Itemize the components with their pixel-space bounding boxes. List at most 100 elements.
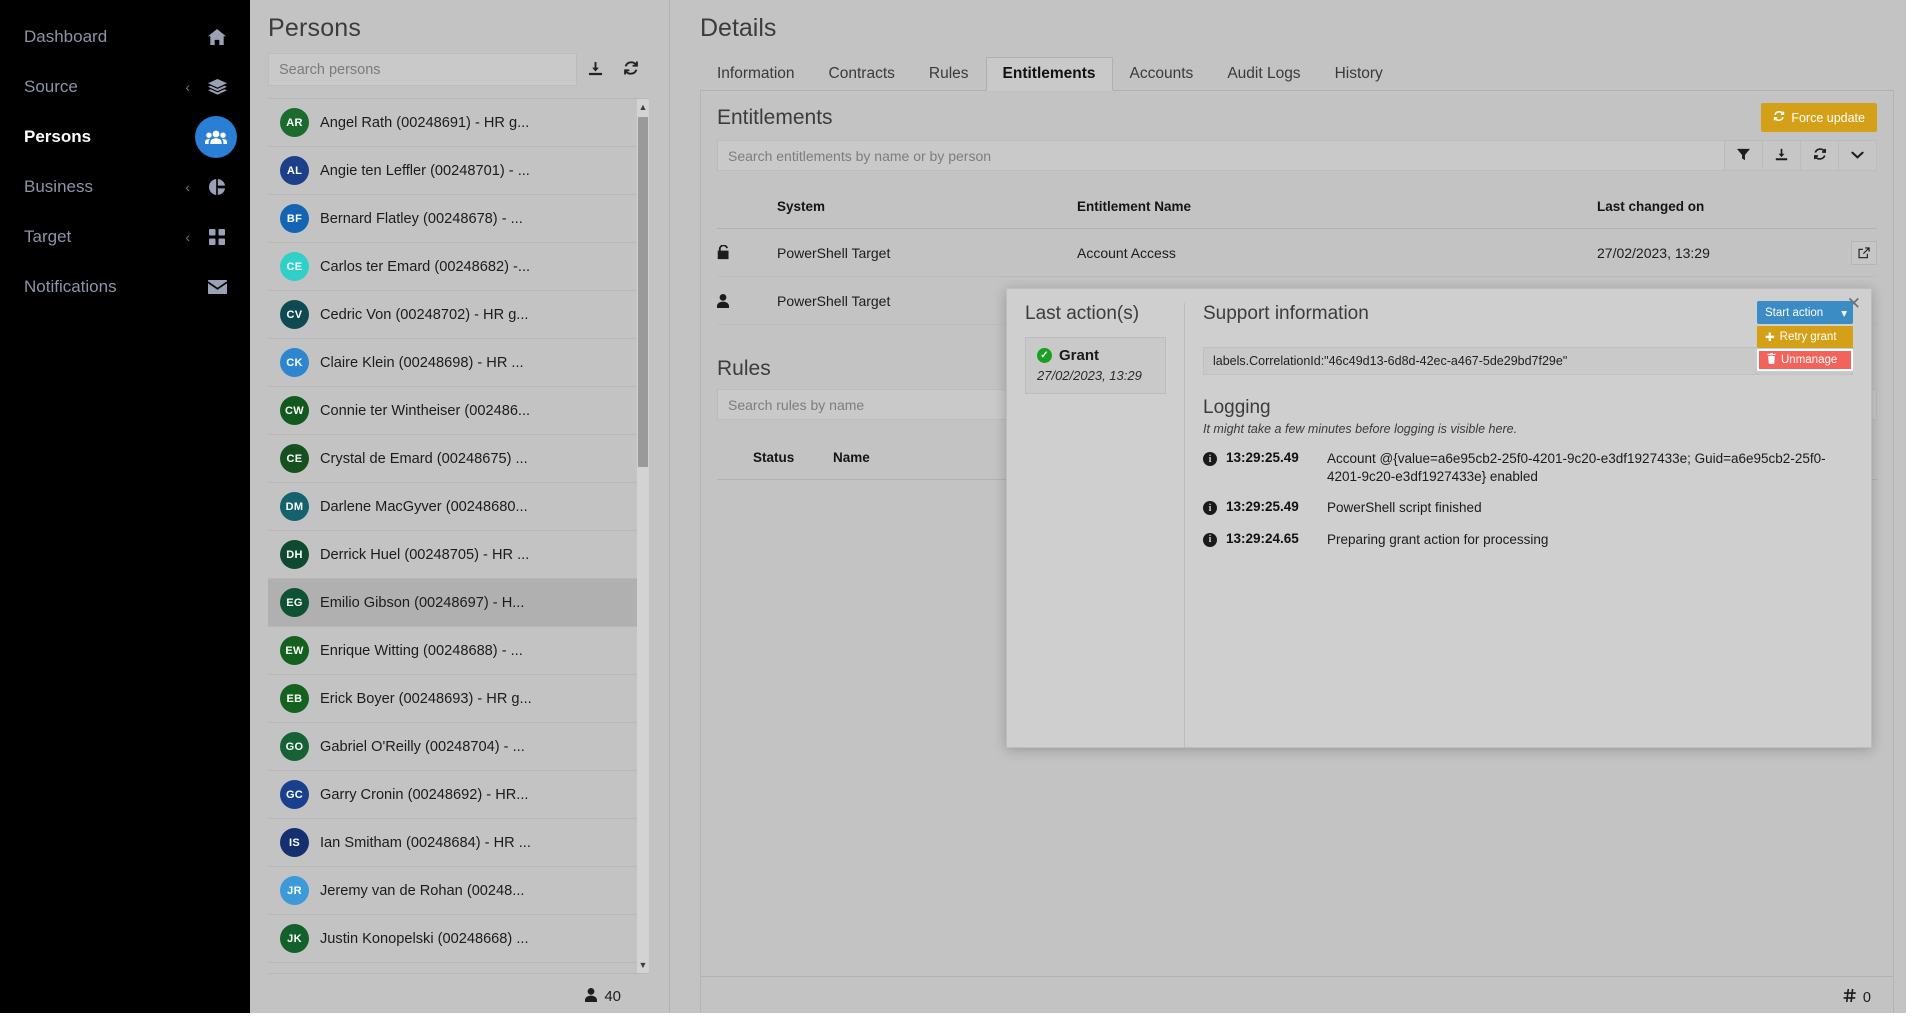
list-item[interactable]: CW Connie ter Wintheiser (002486... xyxy=(268,387,649,435)
column-header-entitlement-name[interactable]: Entitlement Name xyxy=(1077,199,1597,214)
sidebar-item-source[interactable]: Source ‹ xyxy=(0,62,250,112)
sidebar-item-label: Source xyxy=(24,77,78,96)
entitlements-more-button[interactable] xyxy=(1839,140,1877,171)
tab-contracts[interactable]: Contracts xyxy=(812,57,912,91)
popup-body: Last action(s) ✓ Grant 27/02/2023, 13:29… xyxy=(1007,289,1871,747)
action-menu: Start action ▾ ✚ Retry grant Unmanage xyxy=(1757,301,1853,371)
list-item[interactable]: CE Carlos ter Emard (00248682) -... xyxy=(268,243,649,291)
last-action-timestamp: 27/02/2023, 13:29 xyxy=(1037,368,1142,383)
list-item[interactable]: EB Erick Boyer (00248693) - HR g... xyxy=(268,675,649,723)
list-item[interactable]: GO Gabriel O'Reilly (00248704) - ... xyxy=(268,723,649,771)
unmanage-button[interactable]: Unmanage xyxy=(1757,349,1853,371)
list-item[interactable]: BF Bernard Flatley (00248678) - ... xyxy=(268,195,649,243)
entitlements-search-input[interactable] xyxy=(717,140,1725,171)
chevron-left-icon[interactable]: ‹ xyxy=(185,180,190,194)
chevron-down-icon: ▾ xyxy=(1841,307,1847,320)
persons-page-title: Persons xyxy=(268,14,362,42)
retry-grant-button[interactable]: ✚ Retry grant xyxy=(1757,326,1853,348)
entitlements-refresh-button[interactable] xyxy=(1801,140,1839,171)
sidebar-item-label: Dashboard xyxy=(24,27,108,46)
retry-grant-label: Retry grant xyxy=(1779,331,1837,343)
person-name: Derrick Huel (00248705) - HR ... xyxy=(320,546,530,563)
log-message: Account @{value=a6e95cb2-25f0-4201-9c20-… xyxy=(1327,451,1826,485)
list-item[interactable]: CK Claire Klein (00248698) - HR ... xyxy=(268,339,649,387)
sidebar-item-business[interactable]: Business ‹ xyxy=(0,162,250,212)
person-name: Erick Boyer (00248693) - HR g... xyxy=(320,690,532,707)
sidebar-item-target[interactable]: Target ‹ xyxy=(0,212,250,262)
persons-search-input[interactable] xyxy=(268,53,577,86)
list-item[interactable]: EG Emilio Gibson (00248697) - H... xyxy=(268,579,649,627)
window-right-edge xyxy=(1906,0,1920,1019)
log-message: PowerShell script finished xyxy=(1327,500,1482,516)
list-item[interactable]: JR Jeremy van de Rohan (00248... xyxy=(268,867,649,915)
scrollbar-thumb[interactable] xyxy=(638,117,648,467)
list-item[interactable]: CV Cedric Von (00248702) - HR g... xyxy=(268,291,649,339)
persons-list[interactable]: AR Angel Rath (00248691) - HR g... AL Angie… xyxy=(268,98,649,973)
sidebar-item-notifications[interactable]: Notifications xyxy=(0,262,250,312)
list-item[interactable]: DM Darlene MacGyver (00248680... xyxy=(268,483,649,531)
grid-icon xyxy=(206,229,228,245)
entitlements-download-button[interactable] xyxy=(1763,140,1801,171)
avatar: IS xyxy=(280,828,309,857)
log-time: 13:29:24.65 xyxy=(1226,530,1299,546)
support-information-column: Support information labels.CorrelationId… xyxy=(1185,303,1853,747)
list-item[interactable]: DH Derrick Huel (00248705) - HR ... xyxy=(268,531,649,579)
sidebar-item-label: Persons xyxy=(24,127,92,146)
list-item[interactable]: EW Enrique Witting (00248688) - ... xyxy=(268,627,649,675)
entitlements-filter-button[interactable] xyxy=(1725,140,1763,171)
correlation-id-value[interactable]: labels.CorrelationId:"46c49d13-6d8d-42ec… xyxy=(1203,347,1853,375)
cell-last-changed: 27/02/2023, 13:29 xyxy=(1597,244,1710,261)
list-item[interactable]: JK Justin Konopelski (00248668) ... xyxy=(268,915,649,963)
last-action-status-row: ✓ Grant xyxy=(1037,347,1154,364)
sidebar-item-label: Business xyxy=(24,177,93,196)
tab-entitlements[interactable]: Entitlements xyxy=(985,57,1113,91)
list-item[interactable]: GC Garry Cronin (00248692) - HR... xyxy=(268,771,649,819)
start-action-button[interactable]: Start action ▾ xyxy=(1757,301,1853,324)
column-header-status[interactable]: Status xyxy=(753,450,833,465)
window-bottom-edge xyxy=(0,1013,1920,1019)
persons-list-scrollbar[interactable]: ▲ ▼ xyxy=(637,99,649,973)
tab-information[interactable]: Information xyxy=(700,57,812,91)
app-root: Dashboard Source ‹ Persons Business ‹ Ta… xyxy=(0,0,1920,1019)
person-name: Angel Rath (00248691) - HR g... xyxy=(320,114,530,131)
tab-audit-logs[interactable]: Audit Logs xyxy=(1210,57,1317,91)
list-item[interactable]: IS Ian Smitham (00248684) - HR ... xyxy=(268,819,649,867)
tab-history[interactable]: History xyxy=(1318,57,1400,91)
persons-panel: Persons AR Angel Rath (00248691) - HR g..… xyxy=(250,0,670,1019)
persons-count: 40 xyxy=(604,988,621,1005)
check-circle-icon: ✓ xyxy=(1037,348,1052,363)
sidebar-item-persons[interactable]: Persons xyxy=(0,112,250,162)
avatar: CV xyxy=(280,300,309,329)
tab-rules[interactable]: Rules xyxy=(912,57,986,91)
list-item[interactable]: AL Angie ten Leffler (00248701) - ... xyxy=(268,147,649,195)
avatar: DM xyxy=(280,492,309,521)
person-name: Darlene MacGyver (00248680... xyxy=(320,498,528,515)
tab-accounts[interactable]: Accounts xyxy=(1113,57,1211,91)
column-header-system[interactable]: System xyxy=(777,199,1077,214)
persons-refresh-button[interactable] xyxy=(613,53,649,86)
avatar: EW xyxy=(280,636,309,665)
chevron-left-icon[interactable]: ‹ xyxy=(185,230,190,244)
last-action-card[interactable]: ✓ Grant 27/02/2023, 13:29 xyxy=(1025,337,1166,394)
external-link-icon[interactable] xyxy=(1851,240,1877,265)
people-icon xyxy=(195,116,237,158)
list-item[interactable]: CE Crystal de Emard (00248675) ... xyxy=(268,435,649,483)
avatar: CE xyxy=(280,444,309,473)
force-update-button[interactable]: Force update xyxy=(1761,103,1877,132)
person-name: Angie ten Leffler (00248701) - ... xyxy=(320,162,530,179)
person-name: Cedric Von (00248702) - HR g... xyxy=(320,306,529,323)
person-icon xyxy=(717,293,777,308)
entitlements-section-head: Entitlements Force update xyxy=(701,91,1893,140)
avatar: AR xyxy=(280,108,309,137)
table-row[interactable]: PowerShell Target Account Access 27/02/2… xyxy=(717,229,1877,277)
column-header-last-changed[interactable]: Last changed on xyxy=(1597,199,1827,214)
chevron-left-icon[interactable]: ‹ xyxy=(185,80,190,94)
persons-download-button[interactable] xyxy=(577,53,613,86)
logging-list: i 13:29:25.49 Account @{value=a6e95cb2-2… xyxy=(1203,450,1853,549)
list-item: i 13:29:24.65 Preparing grant action for… xyxy=(1203,531,1853,549)
list-item[interactable]: AR Angel Rath (00248691) - HR g... xyxy=(268,99,649,147)
sidebar-item-dashboard[interactable]: Dashboard xyxy=(0,12,250,62)
scroll-up-icon[interactable]: ▲ xyxy=(637,99,649,115)
scroll-down-icon[interactable]: ▼ xyxy=(637,957,649,973)
logging-note: It might take a few minutes before loggi… xyxy=(1203,422,1518,436)
